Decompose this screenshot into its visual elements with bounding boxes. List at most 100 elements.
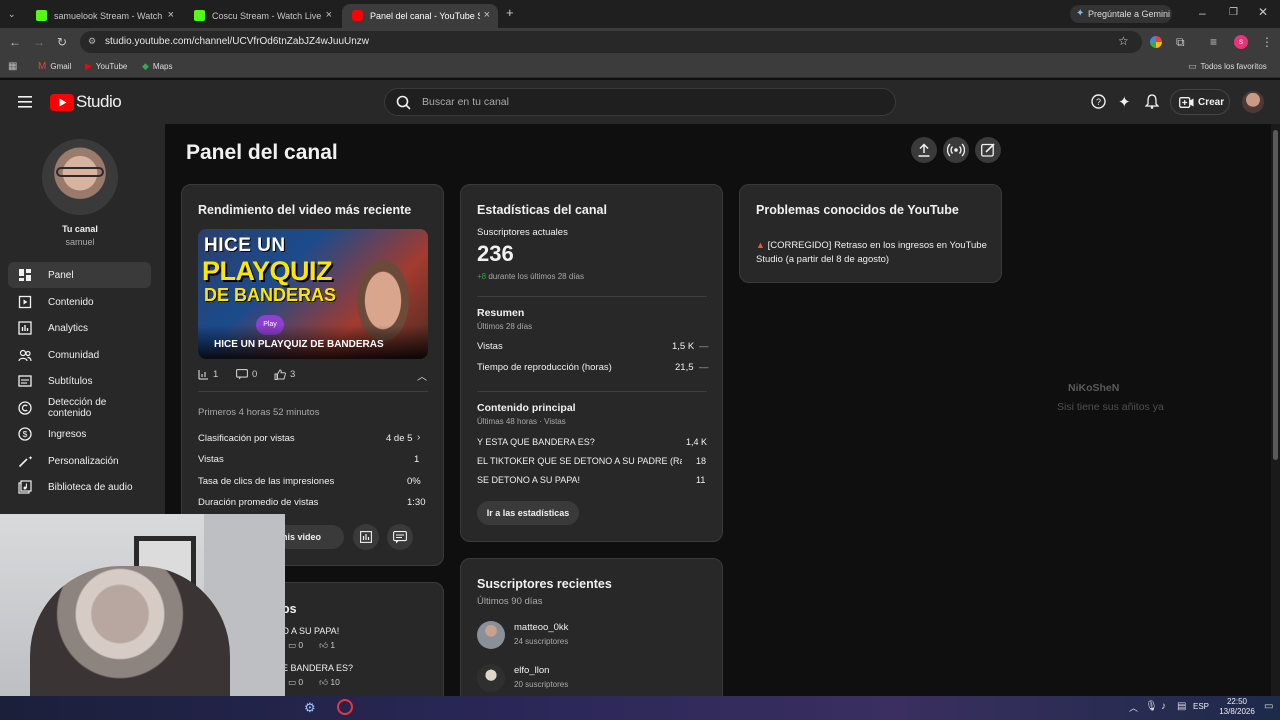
create-button[interactable]: Crear [1170,89,1230,115]
sidebar-item-content-detection[interactable]: Detección de contenido [8,395,151,421]
steam-icon[interactable]: ⚙ [304,700,316,716]
sidebar-item-audio-library[interactable]: Biblioteca de audio [8,474,151,500]
go-live-button[interactable] [943,137,969,163]
channel-avatar[interactable] [42,139,118,215]
sidebar-item-panel[interactable]: Panel [8,262,151,288]
known-issue-item[interactable]: ▲ [CORREGIDO] Retraso en los ingresos en… [756,239,991,266]
tab-title: Coscu Stream - Watch Live on Kick [212,11,322,21]
clock[interactable]: 22:50 13/8/2026 [1215,697,1259,717]
hamburger-menu-icon[interactable] [18,96,32,108]
tab-coscu[interactable]: Coscu Stream - Watch Live on Kick × [184,4,340,28]
tab-samuelook[interactable]: samuelook Stream - Watch Live on Kick × [26,4,182,28]
subscriber-count: 24 suscriptores [514,637,569,646]
google-lens-icon[interactable] [1150,36,1162,48]
audio-library-icon [18,480,32,494]
analytics-icon [18,321,32,335]
sidebar-item-earnings[interactable]: $ Ingresos [8,421,151,447]
gemini-sparkle-icon: ✦ [1076,8,1085,19]
folder-icon: ▭ [1188,61,1197,71]
back-icon[interactable]: ← [9,36,21,48]
close-tab-icon[interactable]: × [326,9,332,21]
network-icon[interactable]: ▤ [1177,701,1186,712]
subtitles-icon [18,375,32,387]
close-tab-icon[interactable]: × [168,9,174,21]
subscriber-name[interactable]: matteoo_0kk [514,622,568,633]
tray-chevron-icon[interactable]: ︿ [1129,701,1138,714]
extensions-puzzle-icon[interactable]: ⧉ [1176,36,1185,48]
subscriber-avatar[interactable] [477,621,505,649]
video-comments-button[interactable] [387,524,413,550]
bookmark-star-icon[interactable]: ☆ [1118,34,1129,48]
url-field[interactable]: ⚙ studio.youtube.com/channel/UCVfrOd6tnZ… [80,31,1142,53]
notifications-bell-icon[interactable] [1145,94,1159,109]
avg-duration-value: 1:30 [407,497,426,508]
chrome-menu-icon[interactable]: ⋮ [1261,36,1273,48]
sidebar-item-community[interactable]: Comunidad [8,342,151,368]
language-indicator[interactable]: ESP [1193,702,1209,711]
partial-video-stats: ▭ 0 👍︎ 10 [288,677,340,688]
apps-grid-icon[interactable]: ▦ [8,61,17,72]
close-tab-icon[interactable]: × [484,9,490,21]
likes-count: 3 [290,369,296,380]
dollar-icon: $ [18,427,32,441]
tab-search-chevron-icon[interactable]: ⌄ [8,8,16,20]
page-scrollbar[interactable] [1271,124,1280,696]
bookmark-maps[interactable]: ◆ Maps [142,61,172,72]
bookmark-youtube[interactable]: ▶ YouTube [85,61,127,72]
go-to-analytics-button[interactable]: Ir a las estadísticas [477,501,579,525]
youtube-logo-icon [50,93,74,111]
ctr-label: Tasa de clics de las impresiones [198,476,335,487]
restore-icon[interactable]: ❐ [1229,7,1238,19]
bookmark-label: Maps [152,62,173,71]
collapse-chevron-icon[interactable]: ︿ [417,368,427,383]
scrollbar-thumb[interactable] [1273,130,1278,460]
site-info-icon[interactable]: ⚙ [88,36,96,47]
chevron-right-icon[interactable]: › [417,432,420,443]
sidebar-item-analytics[interactable]: Analytics [8,315,151,341]
bookmarks-bar: ▦ M Gmail ▶ YouTube ◆ Maps ▭ Todos los f… [0,56,1280,78]
sidebar-item-customization[interactable]: ✦ Personalización [8,448,151,474]
notification-center-icon[interactable]: ▭ [1264,701,1273,712]
account-avatar[interactable] [1242,91,1264,113]
tab-youtube-studio[interactable]: Panel del canal - YouTube Studio × [342,4,498,28]
webcam-overlay [0,514,285,720]
create-post-button[interactable] [975,137,1001,163]
divider [477,391,707,392]
recording-app-icon[interactable] [337,699,353,715]
video-thumbnail[interactable]: HICE UN PLAYQUIZ DE BANDERAS Play HICE U… [198,229,428,359]
profile-avatar[interactable]: s [1234,35,1248,49]
forward-icon[interactable]: → [33,36,45,48]
speaker-icon[interactable]: ♪ [1161,701,1166,712]
studio-header: Studio Buscar en tu canal ? ✦ Crear [0,80,1280,124]
sidebar-item-label: Personalización [48,455,119,467]
sidebar-item-label: Ingresos [48,428,87,440]
subscriber-name[interactable]: elfo_llon [514,665,549,676]
comment-icon [236,369,248,380]
close-window-icon[interactable]: ✕ [1258,6,1268,18]
sidebar-item-subtitles[interactable]: Subtítulos [8,368,151,394]
top-content-row-label[interactable]: SE DETONO A SU PAPA! [477,475,580,485]
gmail-icon: M [38,61,47,72]
gemini-button[interactable]: ✦ Pregúntale a Gemini [1070,5,1172,23]
video-title: HICE UN PLAYQUIZ DE BANDERAS [214,339,384,350]
channel-search-input[interactable]: Buscar en tu canal [384,88,896,116]
top-content-row-label[interactable]: Y ESTA QUE BANDERA ES? [477,437,595,447]
sidebar-item-content[interactable]: Contenido [8,289,151,315]
new-tab-button[interactable]: + [506,6,514,19]
upload-button[interactable] [911,137,937,163]
top-content-row-label[interactable]: EL TIKTOKER QUE SE DETONO A SU PADRE (Ra… [477,456,682,466]
reload-icon[interactable]: ↻ [57,36,67,48]
video-stats-button[interactable] [353,524,379,550]
microphone-icon[interactable]: 🎙︎ [1145,701,1158,712]
studio-logo[interactable]: Studio [50,92,122,112]
recent-subscribers-card: Suscriptores recientes Últimos 90 días m… [460,558,723,708]
subscriber-avatar[interactable] [477,664,505,692]
comment-count: ▭ 0 [288,640,304,650]
media-queue-icon[interactable]: ≡ [1210,36,1217,48]
all-bookmarks[interactable]: ▭ Todos los favoritos [1188,61,1267,72]
help-icon[interactable]: ? [1091,94,1106,109]
bookmark-gmail[interactable]: M Gmail [38,61,71,72]
minimize-icon[interactable]: – [1199,7,1206,19]
ai-sparkle-icon[interactable]: ✦ [1118,93,1131,111]
likes-stat: 3 [274,369,295,380]
